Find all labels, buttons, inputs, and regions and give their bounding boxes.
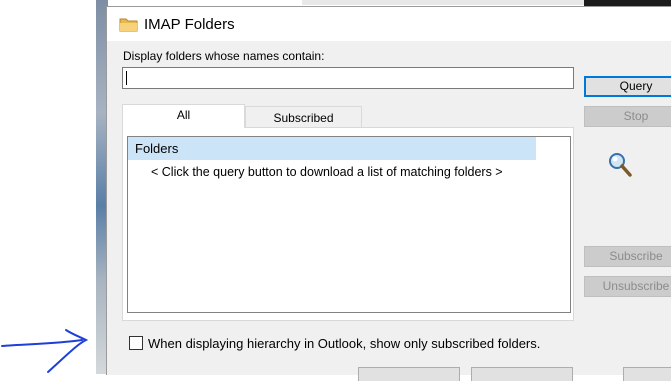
annotation-arrow	[1, 329, 89, 373]
subscribed-only-checkbox[interactable]	[129, 336, 143, 350]
tab-all[interactable]: All	[122, 104, 245, 128]
tab-subscribed[interactable]: Subscribed	[245, 106, 362, 128]
text-caret	[126, 71, 127, 85]
bottom-button[interactable]	[623, 367, 671, 381]
subscribed-only-label[interactable]: When displaying hierarchy in Outlook, sh…	[148, 336, 540, 351]
dialog-title: IMAP Folders	[144, 16, 235, 33]
tree-root-folders[interactable]: Folders	[128, 137, 536, 160]
title-bar[interactable]: IMAP Folders	[107, 7, 671, 41]
subscribe-button[interactable]: Subscribe	[584, 246, 671, 267]
tree-hint: < Click the query button to download a l…	[151, 165, 503, 179]
bottom-button[interactable]	[358, 367, 460, 381]
filter-label: Display folders whose names contain:	[123, 49, 325, 63]
folder-filter-input[interactable]	[122, 67, 574, 89]
background-window-edge	[302, 0, 584, 5]
unsubscribe-button[interactable]: Unsubscribe	[584, 276, 671, 297]
search-animation-icon	[609, 153, 632, 177]
folder-tree[interactable]: Folders < Click the query button to down…	[127, 136, 571, 313]
folder-icon	[119, 18, 138, 32]
stop-button[interactable]: Stop	[584, 106, 671, 127]
bottom-button[interactable]	[471, 367, 573, 381]
tree-root-label: Folders	[135, 141, 179, 156]
tab-panel: Folders < Click the query button to down…	[122, 127, 574, 321]
query-button[interactable]: Query	[584, 76, 671, 97]
imap-folders-dialog: IMAP Folders Display folders whose names…	[106, 6, 671, 381]
